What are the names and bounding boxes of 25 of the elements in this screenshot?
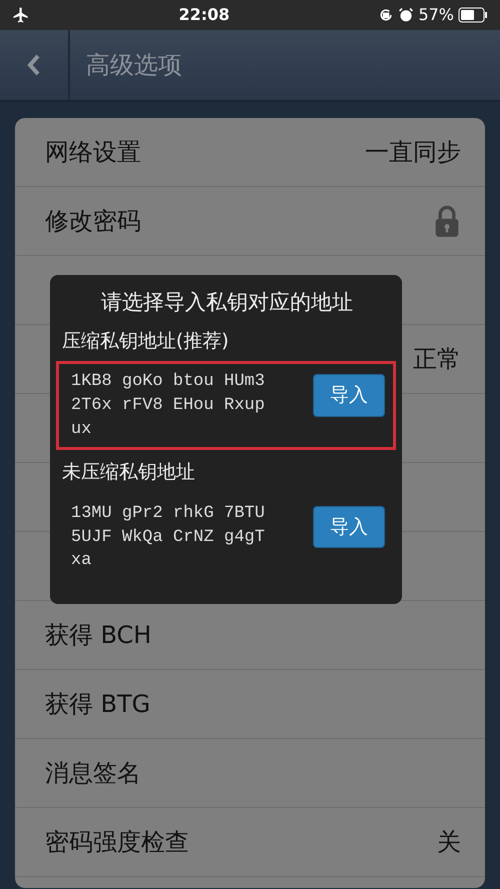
dialog-title: 请选择导入私钥对应的地址 [100, 289, 354, 316]
battery-percent: 57% [418, 4, 454, 26]
setting-value: 一直同步 [365, 137, 461, 168]
import-button[interactable]: 导入 [313, 506, 385, 548]
page-title: 高级选项 [85, 50, 182, 81]
setting-label[interactable]: 消息签名 [45, 755, 141, 791]
back-icon[interactable] [26, 53, 42, 77]
setting-label[interactable]: 密码强度检查 [45, 824, 189, 860]
lock-icon [433, 204, 461, 238]
alarm-icon [398, 7, 414, 23]
import-button[interactable]: 导入 [313, 374, 385, 416]
setting-label[interactable]: 获得 BTG [45, 686, 150, 722]
rotation-lock-icon [378, 7, 394, 23]
status-time: 22:08 [178, 4, 230, 26]
battery-icon [458, 7, 488, 23]
setting-value: 正常 [413, 344, 461, 375]
address-text: 1KB8 goKo btou HUm3 2T6x rFV8 EHou Rxup ux [71, 371, 266, 441]
setting-value: 关 [437, 827, 461, 858]
setting-label[interactable]: 修改密码 [45, 203, 141, 239]
address-heading: 未压缩私钥地址 [62, 460, 196, 486]
setting-label[interactable]: 获得 BCH [45, 617, 152, 653]
setting-label[interactable]: 网络设置 [45, 134, 141, 170]
address-text: 13MU gPr2 rhkG 7BTU 5UJF WkQa CrNZ g4gT xa [71, 502, 266, 572]
airplane-icon [12, 6, 30, 24]
address-heading: 压缩私钥地址(推荐) [62, 328, 230, 354]
